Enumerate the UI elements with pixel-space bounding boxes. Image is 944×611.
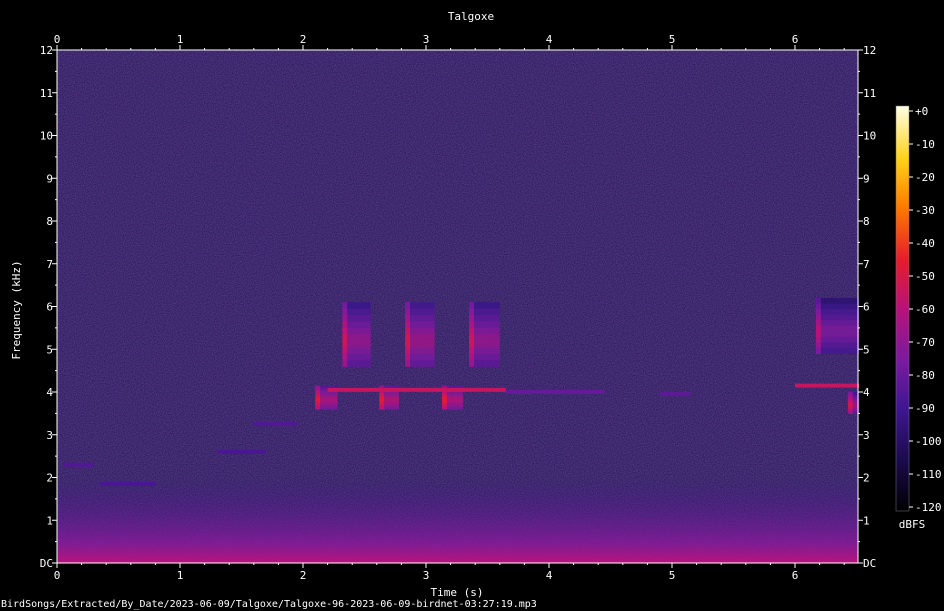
y-tick-label-right: 10 (863, 130, 876, 143)
tone-mark (327, 387, 506, 392)
tone-mark (253, 422, 297, 427)
y-axis-label: Frequency (kHz) (10, 260, 23, 359)
colorbar-tick-label: -70 (915, 336, 935, 349)
y-tick-label-right: 12 (863, 44, 876, 57)
tone-mark (100, 481, 156, 486)
tone-mark (795, 383, 859, 388)
y-tick-label: 2 (46, 472, 53, 485)
x-axis-label: Time (s) (431, 586, 484, 599)
chart-title: Talgoxe (448, 10, 494, 23)
x-tick-label-top: 3 (423, 33, 430, 46)
tone-mark (505, 390, 605, 394)
y-tick-label-right: 6 (863, 301, 870, 314)
y-tick-label-right: 9 (863, 172, 870, 185)
x-tick-label-top: 0 (54, 33, 61, 46)
y-tick-label-right: 4 (863, 386, 870, 399)
y-tick-label: 4 (46, 386, 53, 399)
colorbar-ticks: +0 -10 -20 -30 -40 -50 -60 -70 -80 -90 -100 -110 -12… (909, 105, 942, 514)
colorbar-tick-label: -60 (915, 303, 935, 316)
call-mark (342, 302, 371, 367)
colorbar-tick-label: -50 (915, 270, 935, 283)
call-mark (847, 392, 859, 414)
y-tick-label-right: 11 (863, 87, 876, 100)
y-tick-label-right: 7 (863, 258, 870, 271)
x-tick-label: 1 (177, 569, 184, 582)
x-tick-label-top: 2 (300, 33, 307, 46)
tone-mark (659, 392, 691, 397)
y-tick-label-right: 5 (863, 343, 870, 356)
y-tick-label: 11 (40, 87, 53, 100)
colorbar-tick-label: -20 (915, 171, 935, 184)
call-mark (815, 297, 859, 355)
y-tick-label-right: DC (863, 557, 876, 570)
x-tick-label-top: 6 (792, 33, 799, 46)
y-tick-label: 9 (46, 172, 53, 185)
y-tick-label-right: 2 (863, 472, 870, 485)
y-tick-label-right: 3 (863, 429, 870, 442)
x-tick-label-top: 5 (669, 33, 676, 46)
spectrogram-plot (57, 50, 859, 563)
colorbar-tick-label: -110 (915, 468, 942, 481)
tone-mark (216, 449, 267, 454)
x-tick-label-top: 4 (546, 33, 553, 46)
y-tick-label: 3 (46, 429, 53, 442)
colorbar-tick-label: +0 (915, 105, 928, 118)
x-tick-label-top: 1 (177, 33, 184, 46)
x-tick-label: 4 (546, 569, 553, 582)
y-tick-label: 5 (46, 343, 53, 356)
low-frequency-band (57, 477, 858, 563)
colorbar-label: dBFS (899, 518, 926, 531)
colorbar-tick-label: -80 (915, 369, 935, 382)
x-tick-label: 0 (54, 569, 61, 582)
colorbar-tick-label: -30 (915, 204, 935, 217)
x-tick-label: 5 (669, 569, 676, 582)
spectrogram-chart: Talgoxe 00112233445566DC DC1 12 23 34 45 56 67 7… (10, 10, 942, 599)
colorbar-tick-label: -100 (915, 435, 942, 448)
colorbar-tick-label: -90 (915, 402, 935, 415)
colorbar-tick-label: -120 (915, 501, 942, 514)
y-tick-label: 6 (46, 301, 53, 314)
y-tick-label: 7 (46, 258, 53, 271)
y-tick-label: 10 (40, 130, 53, 143)
y-tick-label: DC (40, 557, 53, 570)
x-tick-label: 3 (423, 569, 430, 582)
y-tick-label-right: 8 (863, 215, 870, 228)
colorbar (895, 105, 910, 512)
x-tick-label: 6 (792, 569, 799, 582)
y-tick-label: 1 (46, 514, 53, 527)
call-mark (469, 302, 500, 367)
y-tick-label: 12 (40, 44, 53, 57)
file-path: BirdSongs/Extracted/By_Date/2023-06-09/T… (1, 599, 537, 610)
colorbar-tick-label: -10 (915, 138, 935, 151)
tone-mark (63, 462, 94, 467)
call-mark (405, 302, 435, 367)
x-tick-label: 2 (300, 569, 307, 582)
colorbar-tick-label: -40 (915, 237, 935, 250)
y-tick-label-right: 1 (863, 514, 870, 527)
y-tick-label: 8 (46, 215, 53, 228)
